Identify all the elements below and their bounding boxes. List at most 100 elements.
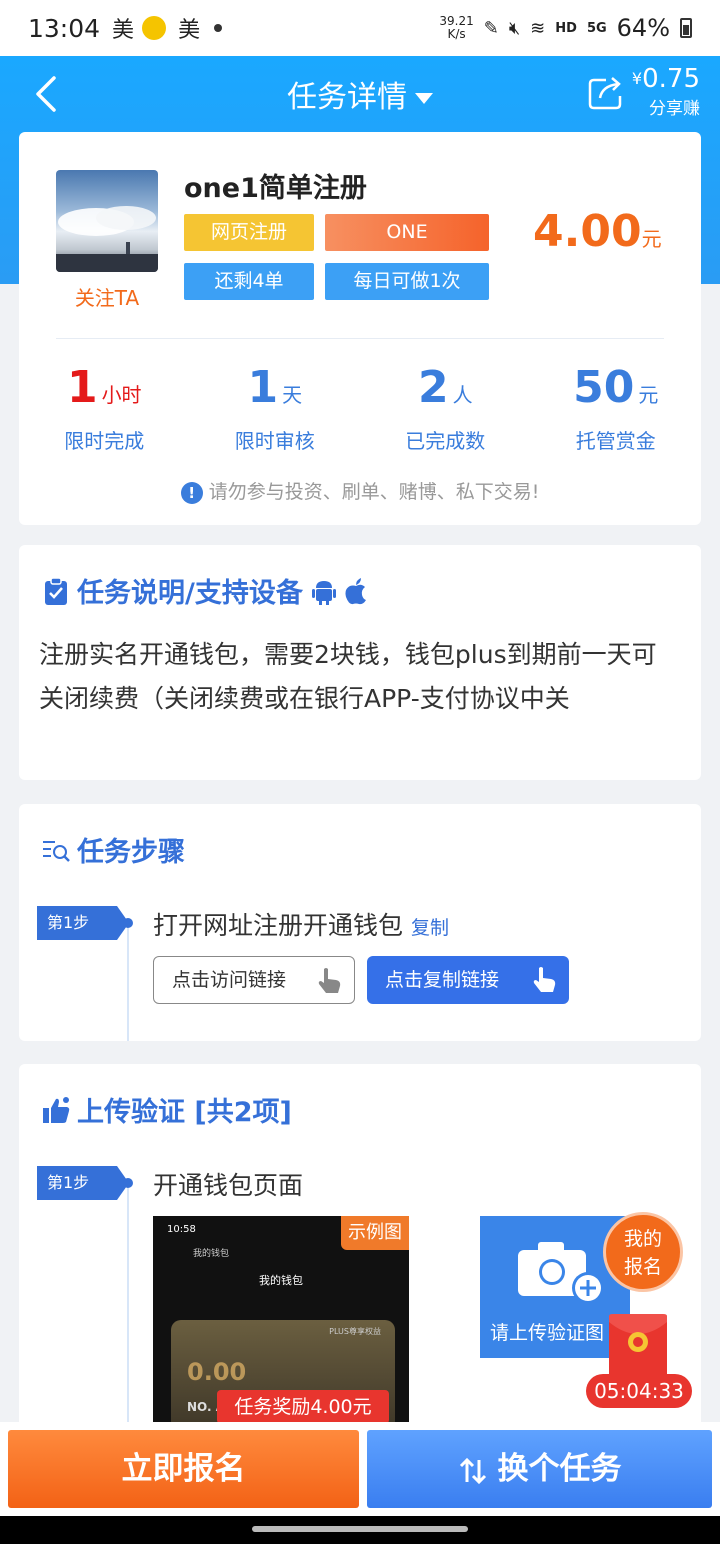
stat-time-limit: 1 小时 限时完成	[19, 360, 190, 454]
sky-image-icon	[56, 206, 158, 272]
home-indicator[interactable]	[252, 1526, 468, 1532]
warning-text: 请勿参与投资、刷单、赌博、私下交易!	[208, 481, 540, 503]
wifi-icon: ≋	[530, 17, 546, 39]
pen-icon: ✎	[483, 17, 499, 39]
speed-unit: K/s	[447, 27, 466, 41]
notification-dot-icon	[214, 24, 223, 32]
thumbs-up-icon	[43, 1096, 70, 1123]
task-name: one1简单注册	[184, 173, 367, 204]
share-earn-button[interactable]: ¥0.75 分享赚	[586, 64, 700, 119]
description-text: 注册实名开通钱包，需要2块钱，钱包plus到期前一天可关闭续费（关闭续费或在银行…	[39, 640, 657, 713]
nav-bar: 任务详情 ¥0.75 分享赚	[0, 56, 720, 132]
example-time: 10:58	[167, 1224, 196, 1235]
clipboard-check-icon	[45, 576, 67, 605]
upload-header: 上传验证 [共2项]	[41, 1090, 292, 1129]
step-text: 开通钱包页面	[153, 1171, 304, 1200]
task-price: 4.00元	[533, 206, 662, 257]
float-reg-line2: 报名	[623, 1256, 662, 1278]
stat-label: 限时审核	[234, 429, 315, 453]
share-label: 分享赚	[649, 99, 700, 119]
tag-one: ONE	[325, 214, 489, 251]
status-bar: 13:04 美 美 39.21 K/s ✎ 🔇︎ ≋ HD 5G 64%	[0, 0, 720, 56]
tap-hand-icon	[533, 967, 556, 992]
stat-value: 50	[573, 362, 635, 413]
example-plus: PLUS尊享权益	[329, 1327, 381, 1336]
bottom-action-bar: 立即报名 换个任务	[0, 1422, 720, 1516]
description-header: 任务说明/支持设备	[41, 571, 369, 610]
step-badge: 第1步	[37, 906, 129, 940]
example-subtitle: 我的钱包	[193, 1249, 230, 1259]
stat-unit: 人	[452, 383, 473, 407]
warning-notice: ! 请勿参与投资、刷单、赌博、私下交易!	[19, 477, 701, 504]
share-currency: ¥	[631, 69, 643, 88]
example-amount: 0.00	[187, 1358, 247, 1386]
status-app-icon: 美	[178, 18, 201, 43]
stat-review-limit: 1天 限时审核	[190, 360, 361, 454]
stat-value: 1	[66, 362, 98, 413]
example-title: 我的钱包	[259, 1274, 303, 1287]
stat-unit: 天	[282, 383, 303, 407]
battery-icon	[680, 18, 692, 38]
example-tag: 示例图	[341, 1216, 409, 1250]
stat-label: 托管赏金	[575, 429, 656, 453]
list-search-icon	[43, 840, 70, 862]
battery-percent: 64%	[616, 14, 670, 42]
publisher-avatar[interactable]	[56, 170, 158, 272]
stat-unit: 小时	[101, 383, 142, 407]
share-icon	[588, 76, 622, 109]
step-description: 打开网址注册开通钱包	[153, 911, 404, 940]
my-registration-button[interactable]: 我的 报名	[603, 1212, 683, 1292]
stat-label: 限时完成	[64, 429, 145, 453]
hd-label: HD	[555, 20, 577, 36]
step-text: 打开网址注册开通钱包 复制	[153, 906, 449, 942]
visit-link-label: 点击访问链接	[172, 969, 287, 991]
stat-value: 2	[417, 362, 449, 413]
copy-text-link[interactable]: 复制	[411, 917, 449, 939]
apple-icon	[345, 577, 366, 604]
copy-link-label: 点击复制链接	[385, 969, 500, 991]
follow-button[interactable]: 关注TA	[56, 282, 158, 311]
divider	[56, 338, 664, 339]
step-line	[127, 928, 129, 1041]
android-icon	[311, 580, 336, 605]
copy-link-button[interactable]: 点击复制链接	[367, 956, 569, 1004]
step-dot	[123, 918, 133, 928]
mute-icon: 🔇︎	[508, 17, 521, 39]
task-steps-card: 任务步骤 第1步 打开网址注册开通钱包 复制 点击访问链接 点击复制链接	[19, 804, 701, 1041]
task-summary-card: 关注TA one1简单注册 网页注册 ONE 还剩4单 每日可做1次 4.00元…	[19, 132, 701, 525]
upload-label: 请上传验证图	[490, 1322, 605, 1344]
status-app-icon: 美	[112, 18, 135, 43]
step-dot	[123, 1178, 133, 1188]
tag-daily-limit: 每日可做1次	[325, 263, 489, 300]
signup-now-button[interactable]: 立即报名	[8, 1430, 359, 1508]
camera-add-icon	[518, 1242, 604, 1304]
countdown-timer: 05:04:33	[586, 1374, 692, 1408]
status-time: 13:04	[28, 13, 101, 43]
tag-web-register: 网页注册	[184, 214, 314, 251]
price-value: 4.00	[533, 206, 642, 257]
stat-unit: 元	[638, 383, 659, 407]
share-amount: 0.75	[642, 64, 700, 94]
steps-header: 任务步骤	[41, 830, 185, 869]
visit-link-button[interactable]: 点击访问链接	[153, 956, 355, 1004]
switch-task-label: 换个任务	[497, 1451, 622, 1487]
stat-escrow: 50 元 托管赏金	[531, 360, 702, 454]
page-title: 任务详情	[287, 80, 407, 115]
task-stats: 1 小时 限时完成 1天 限时审核 2人 已完成数 50 元 托管赏金	[19, 360, 701, 454]
exclamation-icon: !	[180, 481, 203, 504]
upload-title: 上传验证 [共2项]	[77, 1097, 292, 1128]
stat-label: 已完成数	[405, 429, 486, 453]
signal-label: 5G	[586, 20, 607, 36]
price-unit: 元	[641, 227, 662, 251]
tag-remaining: 还剩4单	[184, 263, 314, 300]
switch-task-button[interactable]: 换个任务	[367, 1430, 712, 1508]
step-badge: 第1步	[37, 1166, 129, 1200]
description-title: 任务说明/支持设备	[77, 578, 303, 609]
swap-arrows-icon	[459, 1457, 486, 1484]
float-reg-line1: 我的	[623, 1228, 662, 1250]
coin-icon	[142, 16, 167, 40]
steps-title: 任务步骤	[77, 837, 185, 868]
reward-tooltip: 任务奖励4.00元	[217, 1390, 389, 1434]
caret-down-icon	[415, 93, 433, 104]
stat-completed: 2人 已完成数	[360, 360, 531, 454]
